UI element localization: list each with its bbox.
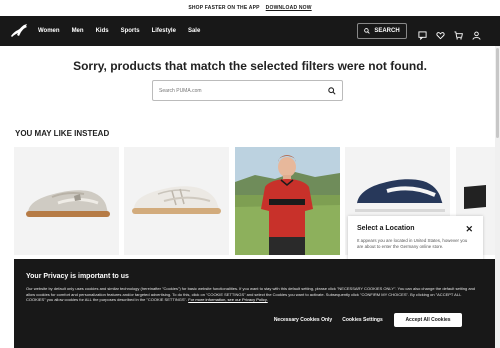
promo-bar: SHOP FASTER ON THE APP DOWNLOAD NOW [0, 0, 500, 16]
search-box [152, 80, 343, 101]
search-input[interactable] [159, 87, 328, 94]
nav-item-women[interactable]: Women [38, 28, 60, 34]
no-results-message: Sorry, products that match the selected … [73, 59, 427, 73]
page-scrollbar[interactable] [495, 46, 500, 348]
main-nav: Women Men Kids Sports Lifestyle Sale SEA… [0, 16, 500, 46]
cart-icon[interactable] [454, 27, 463, 40]
nav-item-men[interactable]: Men [72, 28, 84, 34]
search-icon [364, 28, 371, 34]
nav-item-lifestyle[interactable]: Lifestyle [152, 28, 176, 34]
scroll-thumb[interactable] [496, 48, 499, 138]
close-icon[interactable]: ✕ [465, 224, 473, 235]
product-card[interactable] [14, 147, 119, 255]
cookie-settings-button[interactable]: Cookies Settings [340, 313, 385, 327]
puma-logo-icon[interactable] [10, 23, 28, 39]
download-app-link[interactable]: DOWNLOAD NOW [266, 5, 312, 11]
cookie-title: Your Privacy is important to us [26, 273, 129, 280]
heart-icon[interactable] [436, 27, 445, 39]
user-icon[interactable] [472, 27, 481, 40]
recommendations-title: YOU MAY LIKE INSTEAD [15, 129, 110, 138]
model-in-red-jersey-image [235, 147, 340, 255]
grey-suede-sneaker-image [14, 147, 119, 255]
search-icon[interactable] [328, 86, 336, 95]
product-card[interactable] [235, 147, 340, 255]
location-modal-title: Select a Location [357, 225, 415, 232]
location-modal-body: It appears you are located in United Sta… [357, 238, 468, 249]
cookie-banner: Your Privacy is important to us Our webs… [14, 259, 500, 348]
accept-all-cookies-button[interactable]: Accept All Cookies [394, 313, 462, 327]
nav-search-label: SEARCH [374, 28, 400, 34]
nav-item-sale[interactable]: Sale [188, 28, 200, 34]
nav-menu: Women Men Kids Sports Lifestyle Sale [38, 16, 200, 46]
nav-icons [418, 16, 481, 46]
necessary-cookies-button[interactable]: Necessary Cookies Only [272, 313, 334, 327]
chat-icon[interactable] [418, 27, 427, 40]
promo-text: SHOP FASTER ON THE APP [188, 5, 260, 11]
nav-item-sports[interactable]: Sports [121, 28, 140, 34]
white-strap-sneaker-image [124, 147, 229, 255]
cookie-body: Our website by default only uses cookies… [26, 286, 481, 303]
product-card[interactable] [124, 147, 229, 255]
privacy-policy-link[interactable]: For more information, see our Privacy Po… [188, 297, 268, 302]
nav-search-button[interactable]: SEARCH [357, 23, 407, 39]
nav-item-kids[interactable]: Kids [96, 28, 109, 34]
